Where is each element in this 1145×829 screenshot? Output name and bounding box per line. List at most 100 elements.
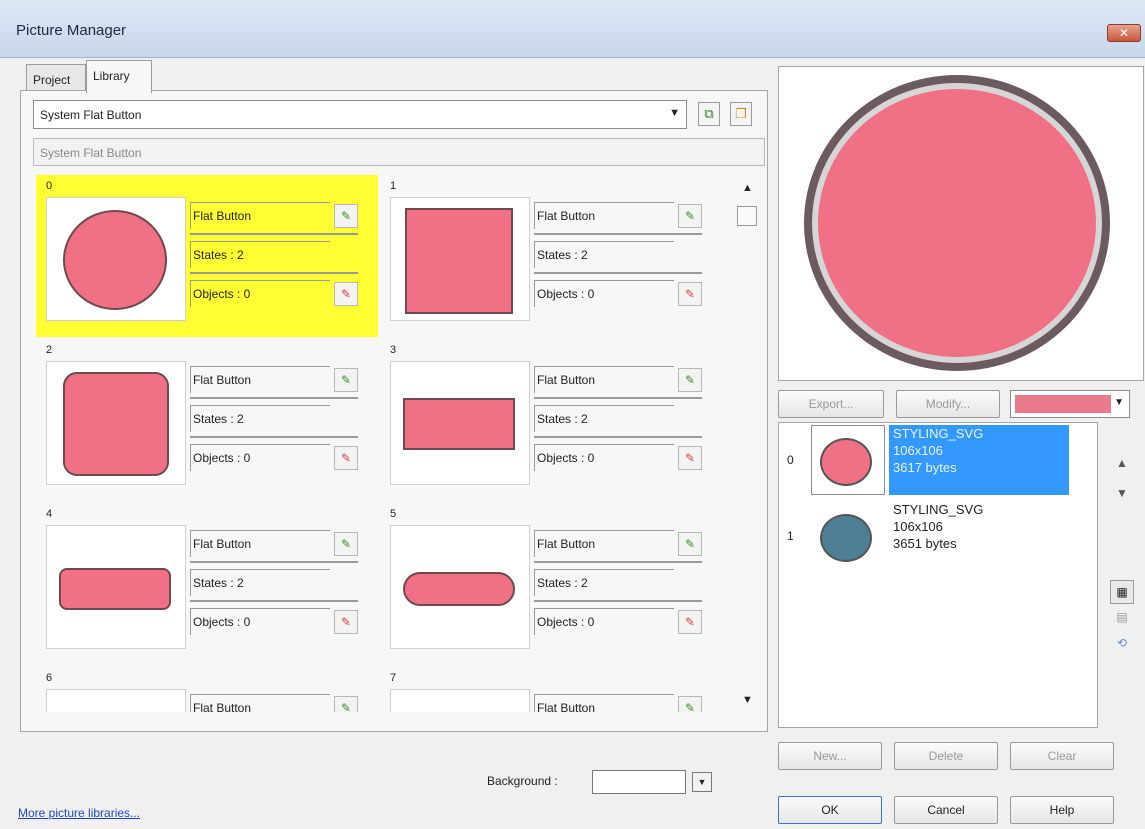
cell-index: 5 — [390, 508, 397, 520]
state-index: 1 — [787, 529, 794, 543]
picture-cell[interactable]: 0 Flat Button ✎ States : 2 Objects : 0 ✎ — [36, 175, 378, 337]
picture-cell[interactable]: 4 Flat Button ✎ States : 2 Objects : 0 ✎ — [36, 503, 378, 665]
color-swatch — [1015, 395, 1111, 413]
background-color-field[interactable] — [592, 770, 686, 794]
divider — [534, 272, 702, 274]
cancel-button[interactable]: Cancel — [894, 796, 998, 824]
pill-shape — [403, 572, 515, 606]
state-info: STYLING_SVG 106x106 3651 bytes — [889, 501, 1069, 571]
edit-icon[interactable]: ✎ — [678, 696, 702, 712]
background-label: Background : — [487, 774, 558, 788]
state-list: 0 STYLING_SVG 106x106 3617 bytes 1 STYLI… — [778, 422, 1098, 728]
cell-preview — [390, 361, 530, 485]
copy-icon[interactable]: ⧉ — [698, 102, 720, 126]
scroll-thumb[interactable] — [737, 206, 757, 226]
picture-preview — [778, 66, 1144, 381]
cell-preview — [46, 525, 186, 649]
cell-index: 6 — [46, 672, 53, 684]
modify-button[interactable]: Modify... — [896, 390, 1000, 418]
cell-index: 1 — [390, 180, 397, 192]
picture-cell[interactable]: 5 Flat Button ✎ States : 2 Objects : 0 ✎ — [380, 503, 722, 665]
picture-cell[interactable]: 1 Flat Button ✎ States : 2 Objects : 0 ✎ — [380, 175, 722, 337]
cell-index: 0 — [46, 180, 53, 192]
cell-preview — [390, 525, 530, 649]
library-select[interactable]: System Flat Button ▼ — [33, 100, 687, 129]
cell-index: 3 — [390, 344, 397, 356]
divider — [190, 561, 358, 563]
tool-b-icon[interactable]: ▤ — [1110, 606, 1134, 630]
objects-icon[interactable]: ✎ — [678, 610, 702, 634]
picture-cell[interactable]: 3 Flat Button ✎ States : 2 Objects : 0 ✎ — [380, 339, 722, 501]
state-thumbnail — [811, 425, 885, 495]
paste-icon[interactable]: ❐ — [730, 102, 752, 126]
color-picker[interactable]: ▼ — [1010, 390, 1130, 418]
move-up-icon[interactable]: ▲ — [1110, 452, 1134, 476]
objects-icon[interactable]: ✎ — [334, 610, 358, 634]
square-shape — [405, 208, 513, 314]
preview-circle-shape — [804, 75, 1110, 371]
picture-name: Flat Button — [190, 202, 330, 229]
edit-icon[interactable]: ✎ — [334, 532, 358, 556]
picture-name: Flat Button — [534, 694, 674, 712]
state-row[interactable]: 1 STYLING_SVG 106x106 3651 bytes — [779, 499, 1097, 573]
delete-state-button[interactable]: Delete — [894, 742, 998, 770]
edit-icon[interactable]: ✎ — [334, 368, 358, 392]
scroll-up-icon[interactable]: ▲ — [742, 182, 753, 194]
objects-icon[interactable]: ✎ — [334, 446, 358, 470]
library-select-value: System Flat Button — [40, 108, 142, 122]
ok-button[interactable]: OK — [778, 796, 882, 824]
new-state-button[interactable]: New... — [778, 742, 882, 770]
objects-icon[interactable]: ✎ — [678, 282, 702, 306]
divider — [534, 600, 702, 602]
edit-icon[interactable]: ✎ — [678, 368, 702, 392]
picture-objects: Objects : 0 — [190, 280, 330, 307]
edit-icon[interactable]: ✎ — [678, 204, 702, 228]
state-bytes: 3617 bytes — [893, 460, 957, 475]
edit-icon[interactable]: ✎ — [678, 532, 702, 556]
clear-state-button[interactable]: Clear — [1010, 742, 1114, 770]
grid-scrollbar[interactable]: ▲ ▼ — [734, 180, 762, 714]
state-size: 106x106 — [893, 519, 943, 534]
more-libraries-link[interactable]: More picture libraries... — [18, 806, 140, 820]
background-dropdown-icon[interactable]: ▼ — [692, 772, 712, 792]
cell-index: 4 — [46, 508, 53, 520]
picture-cell[interactable]: 2 Flat Button ✎ States : 2 Objects : 0 ✎ — [36, 339, 378, 501]
export-button[interactable]: Export... — [778, 390, 884, 418]
cell-preview — [390, 197, 530, 321]
cell-index: 2 — [46, 344, 53, 356]
tab-library[interactable]: Library — [86, 60, 152, 93]
edit-icon[interactable]: ✎ — [334, 696, 358, 712]
picture-states: States : 2 — [190, 241, 330, 268]
tool-c-icon[interactable]: ⟲ — [1110, 632, 1134, 656]
cell-preview — [390, 689, 530, 712]
state-bytes: 3651 bytes — [893, 536, 957, 551]
move-down-icon[interactable]: ▼ — [1110, 482, 1134, 506]
state-size: 106x106 — [893, 443, 943, 458]
state-type: STYLING_SVG — [893, 502, 984, 517]
picture-name: Flat Button — [190, 366, 330, 393]
rectangle-shape — [403, 398, 515, 450]
picture-cell[interactable]: 7 Flat Button ✎ — [380, 667, 722, 712]
divider — [190, 436, 358, 438]
scroll-down-icon[interactable]: ▼ — [742, 694, 753, 706]
edit-icon[interactable]: ✎ — [334, 204, 358, 228]
help-button[interactable]: Help — [1010, 796, 1114, 824]
title-bar: Picture Manager ✕ — [0, 0, 1145, 58]
divider — [190, 600, 358, 602]
objects-icon[interactable]: ✎ — [678, 446, 702, 470]
picture-states: States : 2 — [190, 405, 330, 432]
tool-a-icon[interactable]: ▦ — [1110, 580, 1134, 604]
cell-preview — [46, 197, 186, 321]
picture-states: States : 2 — [534, 569, 674, 596]
picture-name: Flat Button — [190, 694, 330, 712]
close-button[interactable]: ✕ — [1107, 24, 1141, 42]
picture-states: States : 2 — [534, 241, 674, 268]
chevron-down-icon: ▼ — [1114, 397, 1124, 408]
picture-cell[interactable]: 6 Flat Button ✎ — [36, 667, 378, 712]
rounded-rectangle-shape — [59, 568, 171, 610]
picture-name: Flat Button — [534, 366, 674, 393]
picture-objects: Objects : 0 — [190, 608, 330, 635]
state-row[interactable]: 0 STYLING_SVG 106x106 3617 bytes — [779, 423, 1097, 497]
objects-icon[interactable]: ✎ — [334, 282, 358, 306]
picture-name: Flat Button — [190, 530, 330, 557]
